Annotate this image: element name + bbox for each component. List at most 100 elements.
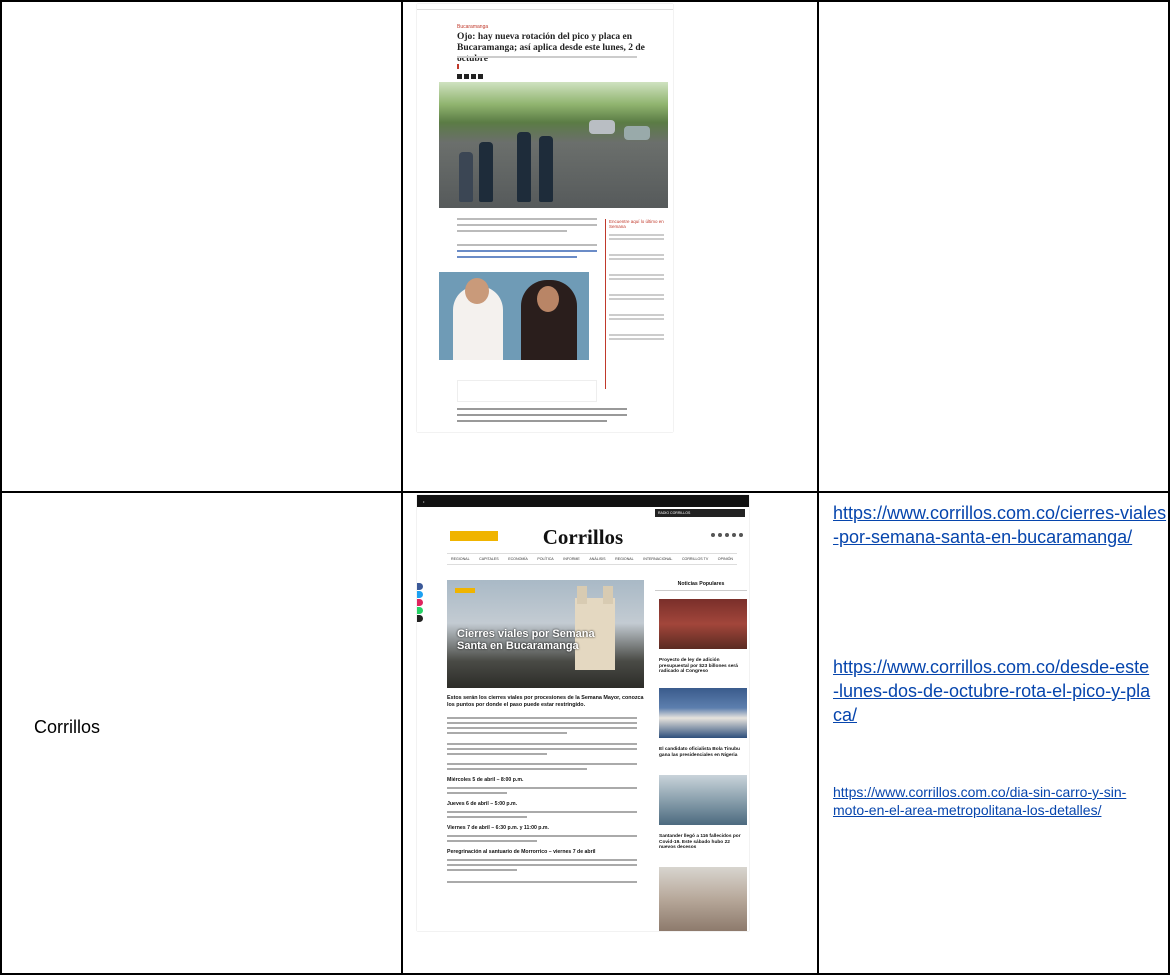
body-text-line xyxy=(457,420,607,422)
facebook-icon[interactable] xyxy=(417,583,423,590)
vanguardia-article-screenshot: Bucaramanga Ojo: hay nueva rotación del … xyxy=(417,4,673,432)
twitter-icon[interactable] xyxy=(417,591,423,598)
source-link-2[interactable]: https://www.corrillos.com.co/desde-este-… xyxy=(833,655,1153,727)
popular-heading: Noticias Populares xyxy=(655,581,747,591)
email-icon[interactable] xyxy=(478,74,483,79)
photo-person xyxy=(539,136,553,202)
whatsapp-icon[interactable] xyxy=(471,74,476,79)
subheading: Viernes 7 de abril – 6:30 p.m. y 11:00 p… xyxy=(447,825,549,831)
sidebar-item[interactable] xyxy=(609,238,664,240)
sidebar-item[interactable] xyxy=(609,298,664,300)
popular-thumbnail[interactable] xyxy=(659,688,747,738)
popular-title[interactable]: Santander llegó a 116 fallecidos por Cov… xyxy=(659,834,747,851)
sidebar-item[interactable] xyxy=(609,314,664,316)
pinterest-icon[interactable] xyxy=(417,599,423,606)
sidebar-item[interactable] xyxy=(609,274,664,276)
category-tag[interactable] xyxy=(455,588,475,593)
facebook-icon[interactable] xyxy=(457,74,462,79)
sidebar-item[interactable] xyxy=(609,278,664,280)
popular-thumbnail[interactable] xyxy=(659,775,747,825)
photo-car xyxy=(624,126,650,140)
twitter-icon[interactable] xyxy=(725,533,729,537)
nav-item[interactable]: ANÁLISIS xyxy=(589,557,605,561)
sidebar-item[interactable] xyxy=(609,338,664,340)
breadcrumb xyxy=(417,10,673,16)
body-text-line xyxy=(457,408,627,410)
row2-source-name: Corrillos xyxy=(34,717,101,737)
row2-source-cell: Corrillos xyxy=(0,491,403,975)
main-nav: REGIONAL CAPITALES ECONOMÍA POLÍTICA INF… xyxy=(447,553,737,565)
body-text-line xyxy=(457,414,627,416)
church-tower xyxy=(603,586,613,604)
popular-thumbnail[interactable] xyxy=(659,867,747,931)
subheading: Peregrinación al santuario de Morrorrico… xyxy=(447,849,596,855)
search-icon[interactable] xyxy=(739,533,743,537)
row1-source-cell xyxy=(0,0,403,493)
article-subtitle xyxy=(457,56,637,58)
sidebar-item[interactable] xyxy=(609,234,664,236)
nav-item[interactable]: INTERNACIONAL xyxy=(643,557,672,561)
email-icon[interactable] xyxy=(417,615,423,622)
body-link-line[interactable] xyxy=(457,250,597,252)
whatsapp-icon[interactable] xyxy=(417,607,423,614)
twitter-icon[interactable] xyxy=(464,74,469,79)
body-text-line xyxy=(447,722,637,724)
popular-title[interactable]: El candidato oficialista Bola Tinubu gan… xyxy=(659,747,747,758)
body-text-line xyxy=(447,859,637,861)
facebook-icon[interactable] xyxy=(718,533,722,537)
sidebar-title: Encuentre aquí lo último en Semana xyxy=(609,219,664,229)
body-text-line xyxy=(447,732,567,734)
nav-item[interactable]: CORRILLOS TV xyxy=(682,557,708,561)
sidebar-item[interactable] xyxy=(609,294,664,296)
nav-item[interactable]: REGIONAL xyxy=(451,557,470,561)
nav-item[interactable]: CAPITALES xyxy=(479,557,499,561)
body-text-line xyxy=(447,787,637,789)
social-icons xyxy=(711,533,743,537)
nav-item[interactable]: OPINIÓN xyxy=(718,557,733,561)
nav-item[interactable]: ECONOMÍA xyxy=(508,557,528,561)
hero-image[interactable]: Cierres viales por Semana Santa en Bucar… xyxy=(447,580,644,688)
instagram-icon[interactable] xyxy=(711,533,715,537)
row2-links-cell: https://www.corrillos.com.co/cierres-via… xyxy=(817,491,1170,975)
nav-item[interactable]: INFORME xyxy=(563,557,580,561)
sidebar-item[interactable] xyxy=(609,258,664,260)
nav-item[interactable]: REGIONAL xyxy=(615,557,634,561)
top-ticker-bar: • xyxy=(417,495,749,507)
body-text-line xyxy=(447,811,637,813)
article-photo xyxy=(439,82,668,208)
body-text-line xyxy=(447,748,637,750)
sidebar-item[interactable] xyxy=(609,334,664,336)
popular-title[interactable]: Proyecto de ley de adición presupuestal … xyxy=(659,658,747,675)
nav-item[interactable]: POLÍTICA xyxy=(537,557,553,561)
document-table: Bucaramanga Ojo: hay nueva rotación del … xyxy=(0,0,1170,975)
corrillos-article-screenshot: • RADIO CORRILLOS Corrillos REGIONAL CAP… xyxy=(417,495,749,931)
article-lead: Estos serán los cierres viales por proce… xyxy=(447,695,644,708)
body-text-line xyxy=(447,835,637,837)
church-tower xyxy=(577,586,587,604)
body-text-line xyxy=(457,230,567,232)
source-link-3[interactable]: https://www.corrillos.com.co/dia-sin-car… xyxy=(833,783,1133,819)
body-link-line[interactable] xyxy=(457,256,577,258)
body-text-line xyxy=(447,792,507,794)
body-text-line xyxy=(457,224,597,226)
video-person-head xyxy=(465,278,489,304)
youtube-icon[interactable] xyxy=(732,533,736,537)
row1-screenshot-cell: Bucaramanga Ojo: hay nueva rotación del … xyxy=(401,0,819,493)
body-text-line xyxy=(447,727,637,729)
photo-person xyxy=(479,142,493,202)
body-text-line xyxy=(447,743,637,745)
subheading: Miércoles 5 de abril – 8:00 p.m. xyxy=(447,777,524,783)
sidebar-item[interactable] xyxy=(609,254,664,256)
comment-box xyxy=(457,380,597,402)
video-player[interactable] xyxy=(439,272,589,360)
video-person-head xyxy=(537,286,559,312)
source-link-1[interactable]: https://www.corrillos.com.co/cierres-via… xyxy=(833,501,1168,549)
photo-person xyxy=(517,132,531,202)
author-line xyxy=(457,64,487,69)
radio-player[interactable]: RADIO CORRILLOS xyxy=(655,509,745,517)
photo-car xyxy=(589,120,615,134)
share-icons xyxy=(457,74,483,79)
site-logo[interactable]: Corrillos xyxy=(417,525,749,550)
popular-thumbnail[interactable] xyxy=(659,599,747,649)
sidebar-item[interactable] xyxy=(609,318,664,320)
